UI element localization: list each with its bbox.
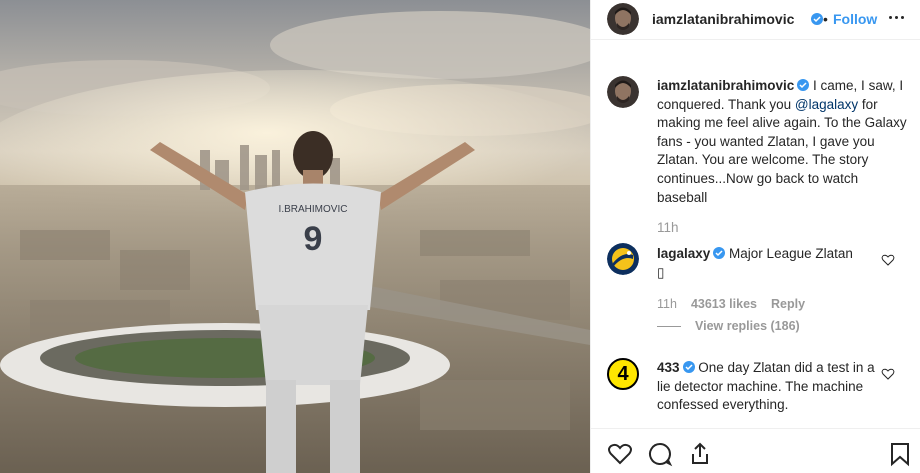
comment-icon[interactable] [647, 441, 673, 467]
comment-text-433: 433 One day Zlatan did a test in a lie d… [657, 359, 887, 415]
comment-body: Major League Zlatan [725, 246, 853, 261]
author-avatar[interactable] [607, 3, 639, 35]
comment-time[interactable]: 11h [657, 297, 677, 311]
comment-text-lagalaxy: lagalaxy Major League Zlatan ▯ [657, 245, 887, 282]
comment-like-heart-icon[interactable] [881, 253, 895, 267]
comment-like-heart-icon[interactable] [881, 367, 895, 381]
header-separator: • [823, 11, 828, 27]
post-illustration: 9 I.BRAHIMOVIC [0, 11, 590, 473]
post-header: iamzlatanibrahimovic • Follow [591, 0, 920, 40]
caption-mention-link[interactable]: @lagalaxy [795, 97, 858, 112]
caption-author-avatar[interactable] [607, 76, 639, 108]
post-image[interactable]: 9 I.BRAHIMOVIC [0, 0, 590, 473]
replies-divider [657, 326, 681, 328]
instagram-post: 9 I.BRAHIMOVIC iamzlatanibrahimovic • Fo… [0, 0, 920, 473]
comment-username[interactable]: lagalaxy [657, 246, 710, 261]
caption-timestamp[interactable]: 11h [657, 220, 679, 235]
verified-badge-icon [682, 361, 695, 373]
comment-username[interactable]: 433 [657, 360, 680, 375]
bookmark-icon[interactable] [887, 441, 913, 467]
heart-icon[interactable] [607, 441, 633, 467]
follow-button[interactable]: Follow [833, 11, 877, 27]
verified-badge-icon [797, 79, 810, 91]
author-username[interactable]: iamzlatanibrahimovic [652, 11, 794, 27]
comment-reply-button[interactable]: Reply [771, 297, 805, 311]
comment-avatar-433[interactable]: 4 [607, 358, 639, 390]
post-caption: iamzlatanibrahimovic I came, I saw, I co… [657, 77, 911, 207]
caption-text-end: for making me feel alive again. To the G… [657, 96, 907, 205]
comment-avatar-lagalaxy[interactable] [607, 243, 639, 275]
comment-likes[interactable]: 43613 likes [691, 297, 757, 311]
jersey-name: I.BRAHIMOVIC [279, 204, 348, 215]
share-icon[interactable] [687, 441, 713, 467]
post-action-bar [591, 428, 920, 473]
comment-meta: 11h 43613 likes Reply [657, 297, 805, 311]
verified-badge-icon [713, 247, 726, 259]
jersey-number: 9 [304, 220, 323, 258]
view-replies-label: View replies (186) [695, 319, 800, 333]
avatar-433-label: 4 [617, 363, 629, 385]
comment-emoji: ▯ [657, 264, 665, 280]
caption-username[interactable]: iamzlatanibrahimovic [657, 78, 794, 93]
more-options-icon[interactable] [887, 10, 907, 24]
verified-badge-icon [811, 13, 823, 25]
post-side-panel: iamzlatanibrahimovic • Follow iamzlatani… [590, 0, 920, 473]
view-replies-button[interactable]: View replies (186) [657, 319, 800, 333]
